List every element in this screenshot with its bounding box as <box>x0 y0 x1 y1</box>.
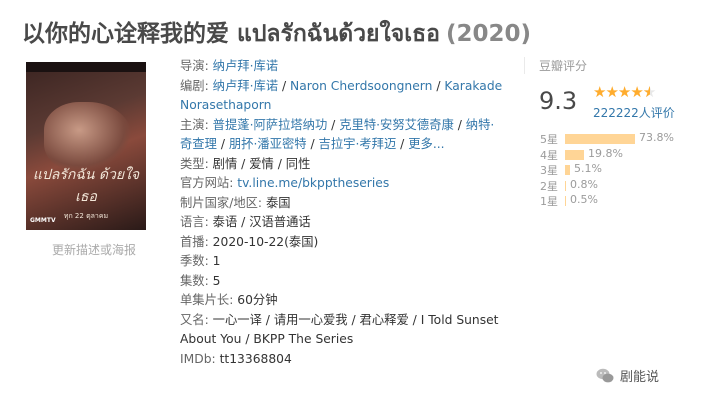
language-label: 语言: <box>180 215 209 229</box>
writer-link[interactable]: 纳卢拜·库诺 <box>213 79 278 93</box>
rating-label: 豆瓣评分 <box>539 59 588 73</box>
premiere-label: 首播: <box>180 234 209 249</box>
language-row: 语言: 泰语 / 汉语普通话 <box>180 213 505 233</box>
rating-bar-percent: 0.5% <box>570 193 598 206</box>
star-icon: ★ <box>593 83 606 101</box>
cast-row: 主演: 普提蓬·阿萨拉塔纳功 / 克里特·安努艾德奇康 / 纳特·奇查理 / 朋… <box>180 117 495 152</box>
episodes-row: 集数: 5 <box>180 272 505 292</box>
aka-value: 一心一译 / 请用一心爱我 / 君心释爱 / I Told Sunset Abo… <box>180 312 499 347</box>
genre-label: 类型: <box>180 156 209 171</box>
rating-bar-percent: 5.1% <box>574 162 602 175</box>
runtime-label: 单集片长: <box>180 293 234 307</box>
rating-bar <box>565 180 566 191</box>
rating-bar-percent: 0.8% <box>570 177 598 191</box>
rating-bar-label: 3星 <box>540 164 558 177</box>
writer-link[interactable]: Naron Cherdsoongnern <box>290 79 432 93</box>
site-row: 官方网站: tv.line.me/bkpptheseries <box>180 174 505 194</box>
seasons-label: 季数: <box>180 254 209 268</box>
country-row: 制片国家/地区: 泰国 <box>180 194 505 214</box>
rating-bar <box>565 134 635 144</box>
page-title: 以你的心诠释我的爱 แปลรักฉันด้วยใจเธอ (2020) <box>22 14 531 52</box>
genre-value: 剧情 / 爱情 / 同性 <box>212 156 311 171</box>
director-row: 导演: 纳卢拜·库诺 <box>180 57 505 77</box>
director-link[interactable]: 纳卢拜·库诺 <box>213 59 278 73</box>
star-icon: ★ <box>617 83 631 101</box>
imdb-row: IMDb: tt13368804 <box>180 350 505 370</box>
cast-label: 主演: <box>180 117 209 132</box>
poster-top-band <box>26 62 146 72</box>
cast-link[interactable]: 普提蓬·阿萨拉塔纳功 <box>213 118 328 132</box>
country-value: 泰国 <box>266 195 291 210</box>
subject-info: 导演: 纳卢拜·库诺 编剧: 纳卢拜·库诺 / Naron Cherdsoong… <box>180 57 505 369</box>
episodes-value: 5 <box>212 273 221 288</box>
poster-figure <box>44 102 132 172</box>
cast-link[interactable]: 吉拉宇·考拜迈 <box>319 137 397 151</box>
title-year: (2020) <box>445 21 531 47</box>
rating-bar-label: 1星 <box>540 195 558 208</box>
rating-bar-label: 5星 <box>540 133 558 146</box>
rating-stars: ★★★★★ ★ <box>593 83 656 101</box>
watermark-text: 剧能说 <box>620 370 660 385</box>
rating-bar <box>565 165 570 175</box>
update-description-link[interactable]: 更新描述或海报 <box>52 241 136 258</box>
rating-bar-label: 4星 <box>540 148 558 162</box>
seasons-row: 季数: 1 <box>180 252 505 272</box>
rating-bar-percent: 73.8% <box>639 131 674 144</box>
runtime-value: 60分钟 <box>237 293 278 307</box>
writer-row: 编剧: 纳卢拜·库诺 / Naron Cherdsoongnern / Kara… <box>180 78 503 113</box>
runtime-row: 单集片长: 60分钟 <box>180 291 505 311</box>
rating-score: 9.3 <box>539 87 578 115</box>
half-star-icon: ★ ★ <box>642 83 656 101</box>
site-label: 官方网站: <box>180 176 234 190</box>
aka-label: 又名: <box>180 312 209 327</box>
country-label: 制片国家/地区: <box>180 195 263 210</box>
watermark: 剧能说 <box>596 365 701 389</box>
seasons-value: 1 <box>212 254 221 268</box>
language-value: 泰语 / 汉语普通话 <box>212 215 311 229</box>
writer-label: 编剧: <box>180 78 209 93</box>
rating-bar <box>565 149 584 160</box>
premiere-row: 首播: 2020-10-22(泰国) <box>180 233 505 253</box>
imdb-value: tt13368804 <box>219 351 292 366</box>
imdb-label: IMDb: <box>180 351 216 366</box>
cast-link[interactable]: 朋抔·潘亚密特 <box>229 137 307 151</box>
poster-caption: แปลรักฉัน ด้วยใจเธอ <box>32 167 140 205</box>
title-text: 以你的心诠释我的爱 แปลรักฉันด้วยใจเธอ <box>22 21 440 47</box>
genre-row: 类型: 剧情 / 爱情 / 同性 <box>180 155 505 175</box>
rating-bar-percent: 19.8% <box>588 146 623 160</box>
star-icon: ★ <box>630 83 643 101</box>
wechat-icon <box>596 368 614 384</box>
rating-bar-label: 2星 <box>540 179 558 193</box>
poster-logo: GMMTV <box>30 217 56 224</box>
poster-image[interactable]: แปลรักฉัน ด้วยใจเธอ ทุก 22 ตุลาคม GMMTV <box>26 62 146 230</box>
cast-link[interactable]: 克里特·安努艾德奇康 <box>339 118 454 132</box>
premiere-value: 2020-10-22(泰国) <box>212 234 319 249</box>
rating-votes-link[interactable]: 222222人评价 <box>593 104 675 121</box>
rating-panel: 豆瓣评分 9.3 ★★★★★ ★ 222222人评价 <box>524 57 708 120</box>
episodes-label: 集数: <box>180 273 209 288</box>
cast-more-link[interactable]: 更多... <box>408 137 444 151</box>
official-site-link[interactable]: tv.line.me/bkpptheseries <box>237 176 389 190</box>
rating-bar <box>565 196 566 206</box>
director-label: 导演: <box>180 59 209 73</box>
aka-row: 又名: 一心一译 / 请用一心爱我 / 君心释爱 / I Told Sunset… <box>180 311 505 350</box>
star-icon: ★ <box>605 83 618 101</box>
